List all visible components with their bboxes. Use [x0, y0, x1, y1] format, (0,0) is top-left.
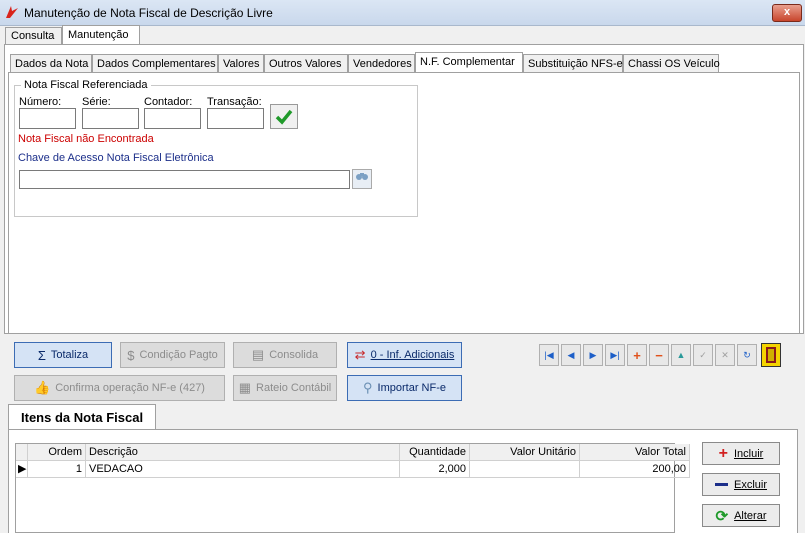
col-quantidade[interactable]: Quantidade [400, 444, 470, 461]
serie-field[interactable] [82, 108, 139, 129]
tab-chassi-os-veiculo[interactable]: Chassi OS Veículo [623, 54, 720, 72]
document-icon: ▤ [251, 347, 265, 362]
blue-minus-icon [714, 483, 728, 486]
col-descricao[interactable]: Descrição [86, 444, 400, 461]
cancel-record-button[interactable]: ✕ [715, 344, 735, 366]
title-bar: Manutenção de Nota Fiscal de Descrição L… [0, 0, 805, 26]
totaliza-button[interactable]: Σ Totaliza [14, 342, 112, 368]
consolida-button[interactable]: ▤ Consolida [233, 342, 337, 368]
grid-indicator-header [16, 444, 28, 461]
cancel-icon: ✕ [721, 349, 729, 360]
tab-substituicao-nfse[interactable]: Substituição NFS-e [523, 54, 623, 72]
post-record-button[interactable]: ✓ [693, 344, 713, 366]
refresh-button[interactable]: ↻ [737, 344, 757, 366]
tab-outros-valores[interactable]: Outros Valores [264, 54, 348, 72]
chave-acesso-label: Chave de Acesso Nota Fiscal Eletrônica [18, 152, 214, 164]
check-icon: ✓ [699, 349, 707, 360]
tab-valores[interactable]: Valores [218, 54, 264, 72]
refresh-icon: ↻ [743, 349, 751, 360]
triangle-up-icon: ▲ [676, 350, 686, 360]
lookup-button[interactable] [352, 169, 372, 189]
binoculars-icon [356, 173, 368, 180]
col-valor-unitario[interactable]: Valor Unitário [470, 444, 580, 461]
tab-manutencao[interactable]: Manutenção [62, 25, 140, 45]
tab-vendedores[interactable]: Vendedores [348, 54, 415, 72]
insert-record-button[interactable]: + [627, 344, 647, 366]
tab-nf-complementar[interactable]: N.F. Complementar [415, 52, 523, 73]
contador-field[interactable] [144, 108, 201, 129]
numero-field[interactable] [19, 108, 76, 129]
rateio-contabil-button[interactable]: ▦ Rateio Contábil [233, 375, 337, 401]
arrows-icon: ⇄ [354, 347, 366, 362]
confirma-nfe-button[interactable]: 👍 Confirma operação NF-e (427) [14, 375, 225, 401]
inf-adicionais-button[interactable]: ⇄ 0 - Inf. Adicionais [347, 342, 462, 368]
serie-label: Série: [82, 96, 111, 108]
table-row-descricao[interactable]: VEDACAO [86, 461, 400, 478]
first-icon: |◀ [544, 349, 554, 360]
close-button[interactable]: x [772, 4, 802, 22]
table-row-valor-total[interactable]: 200,00 [580, 461, 690, 478]
excluir-button[interactable]: Excluir [702, 473, 780, 496]
confirm-nf-button[interactable] [270, 104, 298, 129]
first-record-button[interactable]: |◀ [539, 344, 559, 366]
table-row-ordem[interactable]: 1 [28, 461, 86, 478]
nf-not-found-message: Nota Fiscal não Encontrada [18, 133, 154, 145]
numero-label: Número: [19, 96, 62, 108]
next-icon: ▶ [589, 349, 597, 360]
transacao-field[interactable] [207, 108, 264, 129]
chave-acesso-field[interactable] [19, 170, 350, 189]
last-record-button[interactable]: ▶| [605, 344, 625, 366]
transacao-label: Transação: [207, 96, 262, 108]
delete-record-button[interactable]: − [649, 344, 669, 366]
plus-icon: + [633, 347, 641, 363]
nf-referenciada-title: Nota Fiscal Referenciada [21, 79, 151, 91]
prior-icon: ◀ [567, 349, 575, 360]
row-indicator-icon: ▶ [16, 461, 28, 478]
dollar-icon: $ [127, 347, 135, 363]
red-plus-icon: + [718, 444, 728, 462]
alterar-button[interactable]: ⟳ Alterar [702, 504, 780, 527]
table-row-quantidade[interactable]: 2,000 [400, 461, 470, 478]
thumbs-up-icon: 👍 [34, 380, 51, 395]
green-refresh-icon: ⟳ [715, 507, 729, 525]
col-ordem[interactable]: Ordem [28, 444, 86, 461]
checkmark-icon [275, 109, 293, 125]
table-row-valor-unitario[interactable] [470, 461, 580, 478]
last-icon: ▶| [610, 349, 620, 360]
tab-consulta[interactable]: Consulta [5, 27, 62, 44]
importar-nfe-button[interactable]: ⚲ Importar NF-e [347, 375, 462, 401]
tab-dados-da-nota[interactable]: Dados da Nota [10, 54, 92, 72]
itens-grid[interactable]: Ordem Descrição Quantidade Valor Unitári… [15, 443, 690, 533]
itens-nota-fiscal-tab[interactable]: Itens da Nota Fiscal [8, 404, 156, 430]
minus-icon: − [655, 347, 663, 363]
window-title: Manutenção de Nota Fiscal de Descrição L… [24, 6, 273, 20]
incluir-button[interactable]: + Incluir [702, 442, 780, 465]
binoculars-icon: ⚲ [363, 380, 373, 395]
sigma-icon: Σ [37, 347, 46, 363]
tab-dados-complementares[interactable]: Dados Complementares [92, 54, 218, 72]
door-exit-icon [766, 347, 776, 363]
exit-button[interactable] [761, 343, 781, 367]
contador-label: Contador: [144, 96, 193, 108]
condicao-pagto-button[interactable]: $ Condição Pagto [120, 342, 225, 368]
prior-record-button[interactable]: ◀ [561, 344, 581, 366]
col-valor-total[interactable]: Valor Total [580, 444, 690, 461]
edit-record-button[interactable]: ▲ [671, 344, 691, 366]
next-record-button[interactable]: ▶ [583, 344, 603, 366]
spreadsheet-icon: ▦ [238, 380, 252, 395]
app-logo-icon [6, 6, 18, 18]
